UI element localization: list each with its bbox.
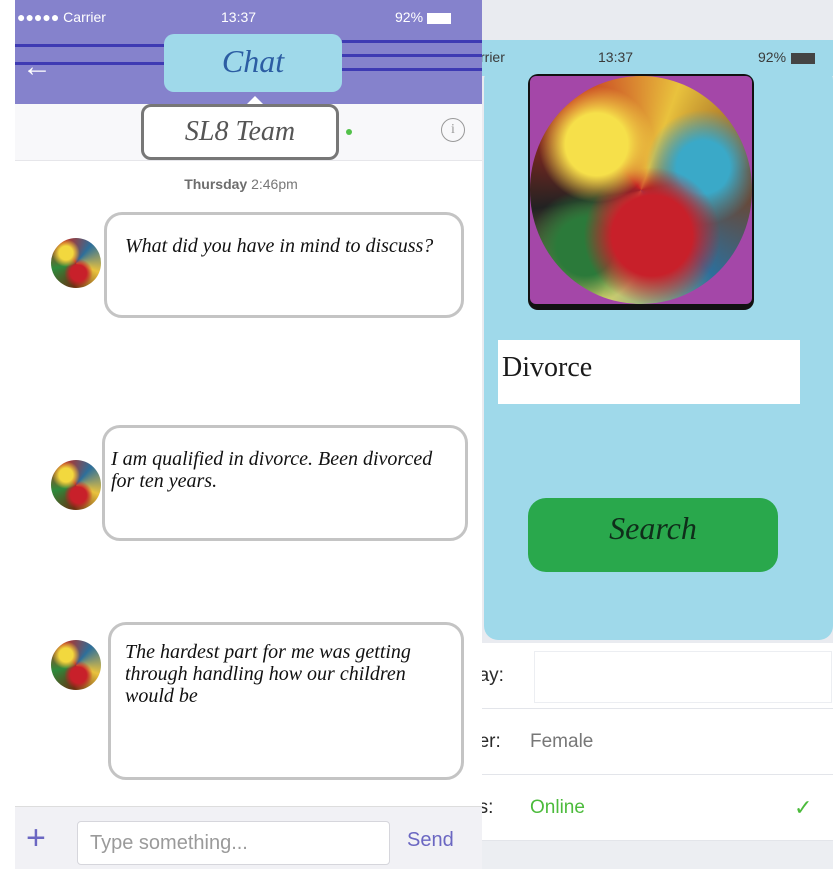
message-input[interactable] [77, 821, 390, 865]
search-button[interactable]: Search [528, 498, 778, 572]
search-card: Divorce Search [484, 66, 833, 640]
message-bubble: What did you have in mind to discuss? [104, 212, 464, 318]
contact-name[interactable]: SL8 Team [141, 104, 339, 160]
header-rule [15, 44, 165, 47]
clock: 13:37 [221, 9, 257, 25]
date-time: 2:46pm [251, 176, 298, 192]
message-text: I am qualified in divorce. Been divorced… [111, 448, 433, 492]
message-text: The hardest part for me was getting thro… [125, 641, 411, 707]
message-composer: + Send [15, 806, 482, 869]
header-rule [342, 68, 482, 71]
search-input[interactable]: Divorce [498, 340, 800, 404]
chat-screen: ●●●●● Carrier 13:37 92% ← Chat SL8 Team … [0, 0, 482, 869]
page-title: Chat [164, 34, 342, 92]
battery-percent: 92% [758, 49, 787, 65]
send-button[interactable]: Send [407, 829, 454, 852]
battery-icon [427, 12, 452, 24]
avatar[interactable] [51, 460, 101, 510]
battery-icon [791, 52, 816, 64]
online-indicator [346, 129, 352, 135]
birthday-field[interactable] [534, 651, 832, 703]
message-text: What did you have in mind to discuss? [125, 235, 434, 257]
clock: 13:37 [598, 49, 634, 65]
status-value: Online [530, 797, 585, 818]
carrier-label: rrier [480, 49, 505, 65]
profile-screen: rrier 13:37 92% Divorce Search day: der:… [468, 0, 833, 869]
header-notch [247, 96, 263, 104]
header-rule [342, 54, 482, 57]
plus-icon[interactable]: + [26, 821, 46, 855]
profile-photo-frame [528, 74, 754, 310]
gender-value: Female [530, 731, 594, 752]
chat-header: ●●●●● Carrier 13:37 92% ← Chat [15, 0, 482, 104]
footer-strip [470, 841, 833, 869]
message-bubble: The hardest part for me was getting thro… [108, 622, 464, 780]
info-icon[interactable]: i [441, 118, 465, 142]
profile-photo[interactable] [530, 76, 752, 304]
date-day: Thursday [184, 176, 248, 192]
contact-bar: SL8 Team i [15, 104, 482, 161]
battery-indicator: 92% [395, 9, 452, 25]
message-bubble: I am qualified in divorce. Been divorced… [102, 425, 468, 541]
date-separator: Thursday 2:46pm [0, 176, 482, 192]
carrier-label: ●●●●● Carrier [17, 9, 106, 25]
profile-row-status: us: Online ✓ [468, 775, 833, 841]
header-rule [342, 40, 482, 43]
profile-row-gender: der: Female [468, 709, 833, 775]
battery-percent: 92% [395, 9, 424, 25]
profile-artwork [530, 76, 752, 304]
avatar[interactable] [51, 640, 101, 690]
avatar[interactable] [51, 238, 101, 288]
checkmark-icon: ✓ [794, 795, 813, 820]
back-arrow-icon[interactable]: ← [22, 52, 52, 82]
battery-indicator: 92% [758, 49, 816, 65]
status-bar: ●●●●● Carrier 13:37 92% [15, 0, 482, 28]
profile-row-birthday: day: [468, 643, 833, 709]
